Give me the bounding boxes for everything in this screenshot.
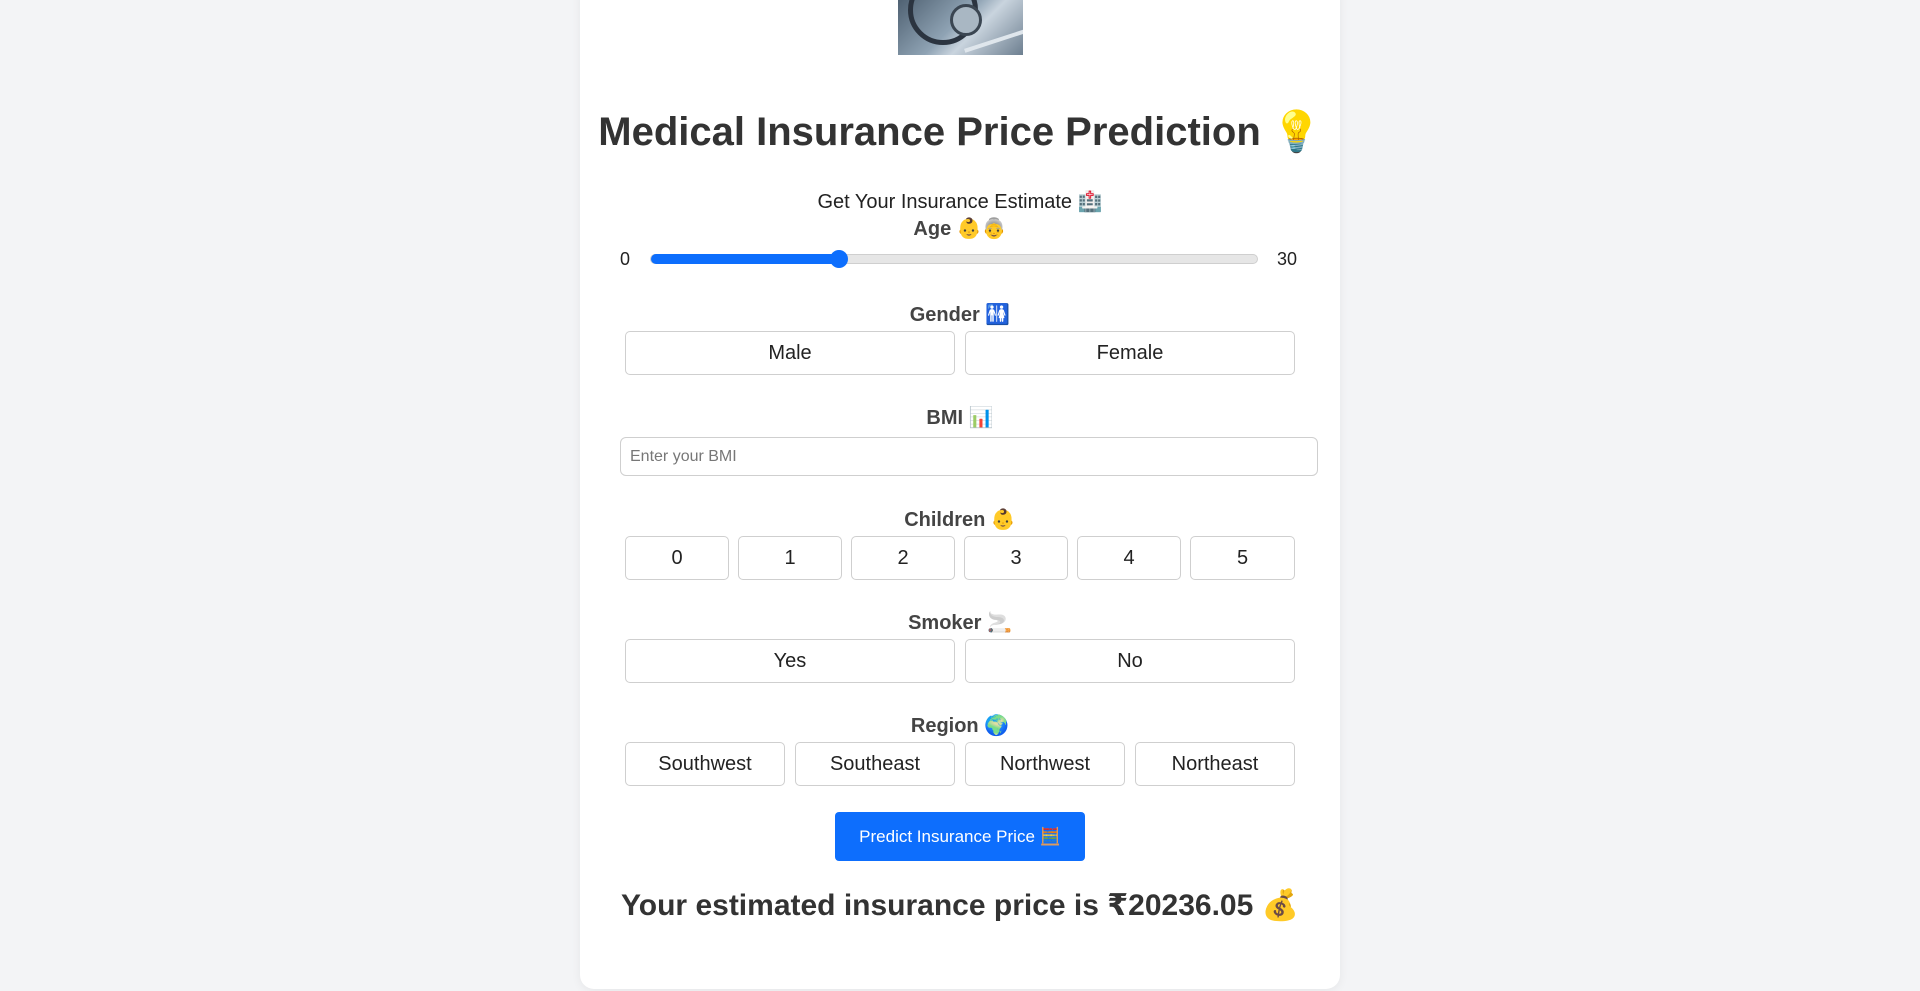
cigarette-icon: 🚬 bbox=[987, 612, 1012, 634]
children-option-5[interactable]: 5 bbox=[1190, 536, 1295, 580]
region-option-southeast[interactable]: Southeast bbox=[795, 742, 955, 786]
page-subtitle: Get Your Insurance Estimate 🏥 bbox=[580, 189, 1340, 214]
region-option-northeast[interactable]: Northeast bbox=[1135, 742, 1295, 786]
bmi-label: BMI 📊 bbox=[580, 405, 1340, 430]
page-subtitle-text: Get Your Insurance Estimate bbox=[817, 191, 1073, 213]
age-slider-fill bbox=[651, 254, 839, 264]
predict-button[interactable]: Predict Insurance Price 🧮 bbox=[835, 812, 1085, 861]
smoker-label: Smoker 🚬 bbox=[580, 610, 1340, 635]
lightbulb-icon: 💡 bbox=[1271, 110, 1322, 154]
restroom-icon: 🚻 bbox=[985, 304, 1011, 326]
result-value: Your estimated insurance price is ₹20236… bbox=[621, 889, 1254, 922]
age-label-text: Age bbox=[913, 218, 952, 240]
gender-option-female[interactable]: Female bbox=[965, 331, 1295, 375]
age-slider[interactable] bbox=[650, 250, 1258, 268]
children-label: Children 👶 bbox=[580, 507, 1340, 532]
children-option-2[interactable]: 2 bbox=[851, 536, 955, 580]
children-option-4[interactable]: 4 bbox=[1077, 536, 1181, 580]
baby-elder-icon: 👶👵 bbox=[956, 218, 1007, 240]
gender-label-text: Gender bbox=[909, 304, 980, 326]
bmi-input[interactable] bbox=[620, 437, 1318, 476]
money-bag-icon: 💰 bbox=[1261, 889, 1299, 922]
gender-option-male[interactable]: Male bbox=[625, 331, 955, 375]
page-title: Medical Insurance Price Prediction 💡 bbox=[580, 108, 1340, 155]
globe-icon: 🌍 bbox=[984, 715, 1010, 737]
gender-label: Gender 🚻 bbox=[580, 302, 1340, 327]
result-text: Your estimated insurance price is ₹20236… bbox=[580, 888, 1340, 923]
region-label-text: Region bbox=[910, 715, 979, 737]
smoker-label-text: Smoker bbox=[908, 612, 982, 634]
children-option-1[interactable]: 1 bbox=[738, 536, 842, 580]
bar-chart-icon: 📊 bbox=[968, 407, 994, 429]
age-label: Age 👶👵 bbox=[580, 216, 1340, 241]
abacus-icon: 🧮 bbox=[1039, 826, 1061, 846]
page-title-text: Medical Insurance Price Prediction bbox=[598, 110, 1261, 154]
age-slider-max: 30 bbox=[1277, 249, 1298, 269]
age-slider-min: 0 bbox=[620, 249, 631, 269]
region-label: Region 🌍 bbox=[580, 713, 1340, 738]
children-option-3[interactable]: 3 bbox=[964, 536, 1068, 580]
smoker-option-yes[interactable]: Yes bbox=[625, 639, 955, 683]
bmi-label-text: BMI bbox=[926, 407, 964, 429]
region-option-northwest[interactable]: Northwest bbox=[965, 742, 1125, 786]
smoker-option-no[interactable]: No bbox=[965, 639, 1295, 683]
stethoscope-image bbox=[898, 0, 1023, 55]
children-label-text: Children bbox=[904, 509, 986, 531]
predict-button-label: Predict Insurance Price bbox=[859, 826, 1035, 846]
stethoscope-chestpiece-shape bbox=[950, 4, 982, 36]
children-option-0[interactable]: 0 bbox=[625, 536, 729, 580]
hospital-icon: 🏥 bbox=[1077, 191, 1103, 213]
region-option-southwest[interactable]: Southwest bbox=[625, 742, 785, 786]
baby-icon: 👶 bbox=[990, 509, 1016, 531]
age-slider-thumb[interactable] bbox=[829, 250, 848, 268]
